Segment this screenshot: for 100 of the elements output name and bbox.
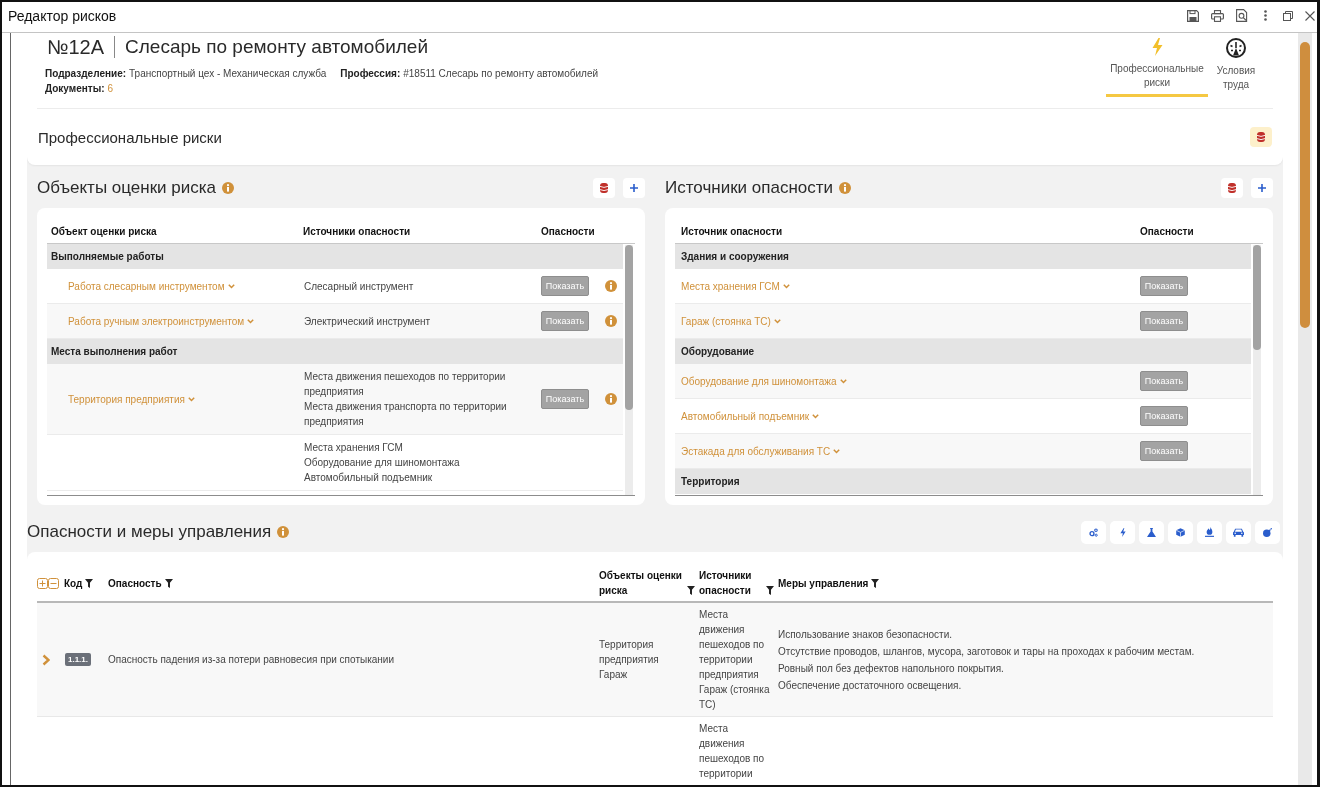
scrollbar-thumb[interactable] — [1253, 245, 1261, 350]
record-number: №12A — [47, 35, 105, 59]
scrollbar[interactable] — [625, 245, 633, 495]
source-text: Места движения транспорта по территории предприятия — [304, 400, 508, 429]
info-icon[interactable] — [605, 393, 617, 405]
field-label: Документы: — [45, 82, 105, 96]
show-button[interactable]: Показать — [1140, 406, 1188, 426]
info-icon[interactable] — [222, 182, 235, 194]
tab[interactable]: Профессиональные риски — [1106, 36, 1208, 97]
show-button[interactable]: Показать — [1140, 276, 1188, 296]
car-icon — [1233, 527, 1244, 537]
plus-square-icon[interactable] — [37, 577, 48, 589]
object-text: Территория предприятия — [599, 638, 660, 667]
info-icon[interactable] — [605, 280, 617, 292]
scrollbar-thumb[interactable] — [625, 245, 633, 410]
measure-text: Обеспечение достаточного освещения. — [778, 678, 962, 693]
chevron-down-icon — [833, 448, 841, 454]
close-icon[interactable] — [1305, 10, 1315, 21]
measure-text: Ровный пол без дефектов напольного покрытия. — [778, 661, 1004, 676]
field-value: #18511 Слесарь по ремонту автомобилей — [403, 67, 599, 81]
column-header: Объекты оценки риска — [599, 569, 683, 598]
chevron-right-icon[interactable] — [42, 653, 50, 666]
column-header: Объект оценки риска — [51, 226, 157, 237]
chevron-down-icon — [187, 396, 195, 402]
database-button[interactable] — [593, 178, 615, 198]
hazard-text: Опасность падения из-за потери равновесия при спотыкании — [108, 653, 394, 667]
source-text: Места движения пешеходов по территории предприятия — [699, 608, 766, 682]
scrollbar[interactable] — [1298, 33, 1312, 785]
chevron-down-icon — [782, 283, 790, 289]
field-link[interactable]: 6 — [107, 81, 114, 96]
group-header: Территория — [675, 469, 1251, 494]
column-header: Опасность — [108, 576, 162, 591]
panel-title: Источники опасности — [665, 178, 834, 198]
source-text: Оборудование для шиномонтажа — [304, 456, 460, 470]
field-label: Профессия: — [340, 67, 401, 81]
column-header: Опасности — [541, 226, 595, 237]
info-icon[interactable] — [605, 315, 617, 327]
panel-title: Объекты оценки риска — [37, 178, 217, 198]
item-link[interactable]: Работа слесарным инструментом — [68, 280, 235, 292]
item-link[interactable]: Оборудование для шиномонтажа — [681, 375, 847, 387]
show-button[interactable]: Показать — [541, 276, 589, 296]
preview-icon[interactable] — [1236, 9, 1248, 22]
source-text: Места движения пешеходов по территории предприятия — [304, 370, 507, 399]
restore-icon[interactable] — [1283, 10, 1293, 21]
source-text: Электрический инструмент — [304, 314, 431, 329]
show-button[interactable]: Показать — [1140, 441, 1188, 461]
filter-icon[interactable] — [687, 586, 695, 595]
database-button[interactable] — [1221, 178, 1243, 198]
chevron-down-icon — [773, 318, 781, 324]
more-icon[interactable] — [1264, 10, 1267, 21]
toolbar-button[interactable] — [1168, 520, 1193, 544]
save-icon[interactable] — [1187, 9, 1199, 22]
show-button[interactable]: Показать — [1140, 311, 1188, 331]
item-link[interactable]: Гараж (стоянка ТС) — [681, 315, 781, 327]
lightning-icon — [1119, 527, 1126, 537]
item-link[interactable]: Территория предприятия — [68, 393, 195, 405]
item-link[interactable]: Эстакада для обслуживания ТС — [681, 445, 841, 457]
chevron-down-icon — [812, 413, 820, 419]
chevron-down-icon — [247, 318, 255, 324]
scrollbar-thumb[interactable] — [1300, 42, 1310, 328]
info-icon[interactable] — [839, 182, 852, 194]
filter-icon[interactable] — [164, 578, 173, 588]
info-icon[interactable] — [277, 526, 290, 538]
filter-icon[interactable] — [85, 578, 94, 588]
measure-text: Использование знаков безопасности. — [778, 627, 953, 642]
print-icon[interactable] — [1211, 9, 1224, 22]
source-text: Места движения пешеходов по территории — [699, 722, 766, 781]
field-label: Подразделение: — [45, 67, 127, 81]
flame-icon — [1205, 527, 1214, 537]
flask-icon — [1147, 527, 1156, 537]
column-header: Источник опасности — [681, 226, 783, 237]
minus-square-icon[interactable] — [48, 577, 59, 589]
item-link[interactable]: Работа ручным электроинструментом — [68, 315, 255, 327]
show-button[interactable]: Показать — [541, 389, 589, 409]
tab[interactable]: Условия труда — [1212, 36, 1260, 99]
item-link[interactable]: Места хранения ГСМ — [681, 280, 790, 292]
show-button[interactable]: Показать — [541, 311, 589, 331]
add-button[interactable] — [1251, 178, 1273, 198]
database-icon — [1257, 132, 1265, 142]
toolbar-button[interactable] — [1081, 520, 1106, 544]
filter-icon[interactable] — [871, 578, 880, 588]
toolbar-button[interactable] — [1197, 520, 1222, 544]
toolbar-button[interactable] — [1255, 520, 1280, 544]
toolbar-button[interactable] — [1226, 520, 1251, 544]
filter-icon[interactable] — [766, 586, 774, 595]
add-button[interactable] — [623, 178, 645, 198]
gauge-icon — [1226, 38, 1246, 58]
column-header: Меры управления — [778, 576, 869, 591]
toolbar-button[interactable] — [1139, 520, 1164, 544]
window-title: Редактор рисков — [8, 7, 117, 24]
section-title: Профессиональные риски — [38, 128, 222, 146]
item-link[interactable]: Автомобильный подъемник — [681, 410, 820, 422]
column-header: Код — [64, 576, 83, 591]
plus-icon — [630, 184, 638, 192]
source-text: Автомобильный подъемник — [304, 471, 433, 485]
show-button[interactable]: Показать — [1140, 371, 1188, 391]
scrollbar[interactable] — [1253, 245, 1261, 495]
gears-icon — [1089, 527, 1098, 537]
database-button[interactable] — [1250, 127, 1272, 147]
code-badge: 1.1.1. — [65, 653, 91, 666]
